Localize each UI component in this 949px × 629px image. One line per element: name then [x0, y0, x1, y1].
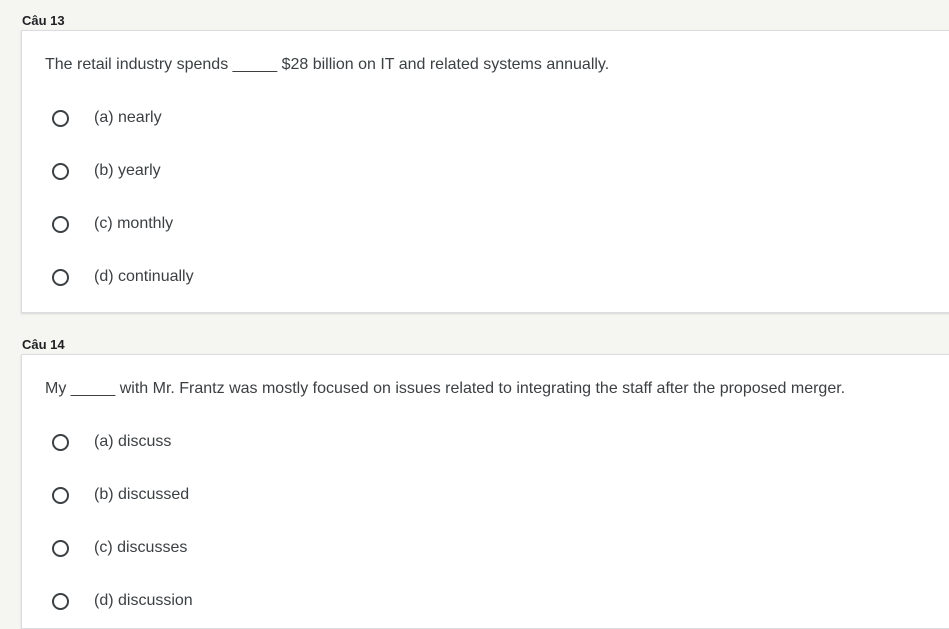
option-label: (b) yearly — [94, 162, 161, 179]
question-14-text: My _____ with Mr. Frantz was mostly focu… — [45, 380, 846, 397]
question-14-option-a[interactable]: (a) discuss — [52, 430, 171, 454]
question-14-label: Câu 14 — [22, 337, 65, 352]
radio-unchecked-icon[interactable] — [52, 486, 69, 504]
radio-unchecked-icon[interactable] — [52, 268, 69, 286]
option-label: (a) nearly — [94, 109, 162, 126]
option-label: (c) monthly — [94, 215, 174, 232]
radio-unchecked-icon[interactable] — [52, 162, 69, 180]
question-13-option-a[interactable]: (a) nearly — [52, 106, 162, 130]
radio-unchecked-icon[interactable] — [52, 539, 69, 557]
question-13-option-b[interactable]: (b) yearly — [52, 159, 161, 183]
option-label: (d) discussion — [94, 592, 193, 609]
radio-unchecked-icon[interactable] — [52, 433, 69, 451]
radio-unchecked-icon[interactable] — [52, 215, 69, 233]
question-13-text: The retail industry spends _____ $28 bil… — [45, 56, 610, 73]
radio-unchecked-icon[interactable] — [52, 592, 69, 610]
option-label: (d) continually — [94, 268, 194, 285]
question-14-option-c[interactable]: (c) discusses — [52, 536, 187, 560]
question-13-label: Câu 13 — [22, 13, 65, 28]
radio-unchecked-icon[interactable] — [52, 109, 69, 127]
option-label: (a) discuss — [94, 433, 172, 450]
option-label: (b) discussed — [94, 486, 190, 503]
question-13-option-d[interactable]: (d) continually — [52, 265, 194, 289]
question-14-card: My _____ with Mr. Frantz was mostly focu… — [21, 354, 949, 629]
question-14-option-d[interactable]: (d) discussion — [52, 589, 193, 613]
question-14-option-b[interactable]: (b) discussed — [52, 483, 189, 507]
question-13-card: The retail industry spends _____ $28 bil… — [21, 30, 949, 313]
option-label: (c) discusses — [94, 539, 188, 556]
question-13-option-c[interactable]: (c) monthly — [52, 212, 173, 236]
